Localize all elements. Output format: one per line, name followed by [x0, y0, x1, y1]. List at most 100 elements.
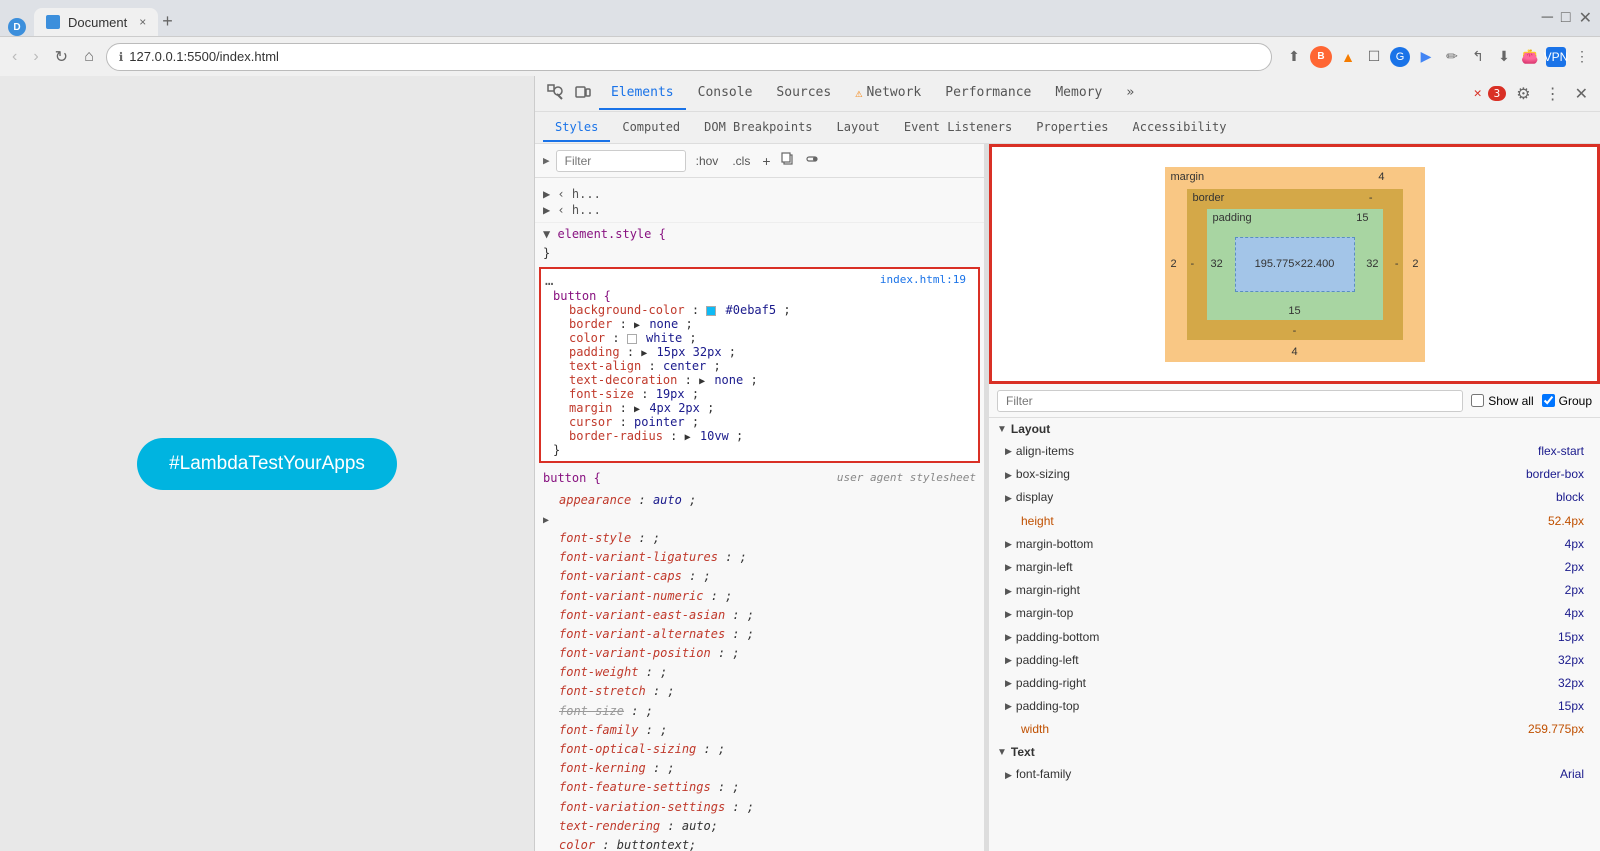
vpn-icon[interactable]: VPN — [1546, 47, 1566, 67]
group-checkbox[interactable]: Group — [1542, 394, 1592, 408]
forward-button[interactable]: › — [29, 44, 42, 70]
display-expand[interactable]: ▶ — [1005, 491, 1012, 505]
content-size: 195.775×22.400 — [1255, 258, 1335, 270]
pen-icon[interactable]: ✏ — [1442, 47, 1462, 67]
tab-close-btn[interactable]: × — [139, 15, 146, 29]
padding-bottom-expand[interactable]: ▶ — [1005, 630, 1012, 644]
dots-button[interactable]: … — [545, 273, 553, 289]
box-sizing-value: border-box — [1504, 465, 1584, 484]
margin-bottom-val: 4 — [1291, 346, 1297, 358]
group-checkbox-input[interactable] — [1542, 394, 1555, 407]
prop-cursor: cursor : pointer ; — [545, 415, 974, 429]
font-family-value: Arial — [1504, 765, 1584, 784]
padding-top-value: 15px — [1504, 697, 1584, 716]
subtab-styles[interactable]: Styles — [543, 114, 610, 142]
html-tree-item-1[interactable]: ▶ ‹ h... — [543, 186, 976, 202]
box-sizing-label: box-sizing — [1016, 465, 1070, 484]
color-swatch-bg[interactable] — [706, 306, 716, 316]
close-window-button[interactable]: ✕ — [1579, 8, 1592, 28]
brave-icon[interactable]: B — [1310, 46, 1332, 68]
margin-right-expand[interactable]: ▶ — [1005, 584, 1012, 598]
css-scroll[interactable]: ▶ ‹ h... ▶ ‹ h... ▼ element.style { — [535, 178, 984, 851]
minimize-button[interactable]: ─ — [1542, 9, 1553, 27]
devtools-settings-btn[interactable]: ⚙ — [1512, 80, 1534, 108]
active-tab[interactable]: Document × — [34, 8, 158, 36]
padding-arrow[interactable]: ▶ — [641, 348, 647, 359]
inspect-element-btn[interactable] — [543, 80, 567, 107]
show-all-checkbox-input[interactable] — [1471, 394, 1484, 407]
extensions-icon[interactable]: ⬆ — [1284, 47, 1304, 67]
layout-row-padding-left: ▶ padding-left 32px — [989, 649, 1600, 672]
prop-border: border : ▶ none ; — [545, 317, 974, 331]
tab-network[interactable]: ⚠ Network — [843, 77, 933, 110]
text-dec-arrow[interactable]: ▶ — [699, 376, 705, 387]
history-icon[interactable]: ↰ — [1468, 47, 1488, 67]
screenshot-icon[interactable]: ☐ — [1364, 47, 1384, 67]
brave-icon2[interactable]: ▶ — [1416, 47, 1436, 67]
back-button[interactable]: ‹ — [8, 44, 21, 70]
layout-section-header[interactable]: ▼ Layout — [989, 418, 1600, 440]
margin-bottom-expand[interactable]: ▶ — [1005, 537, 1012, 551]
layout-filter-input[interactable] — [997, 390, 1463, 412]
margin-top-expand[interactable]: ▶ — [1005, 607, 1012, 621]
wallet-icon[interactable]: 👛 — [1520, 47, 1540, 67]
devtools-close-btn[interactable]: ✕ — [1571, 80, 1592, 108]
subtab-accessibility[interactable]: Accessibility — [1121, 114, 1239, 142]
prop-padding: padding : ▶ 15px 32px ; — [545, 345, 974, 359]
font-family-expand[interactable]: ▶ — [1005, 768, 1012, 782]
subtab-properties[interactable]: Properties — [1024, 114, 1120, 142]
color-swatch-color[interactable] — [627, 334, 637, 344]
toggle-style-btn[interactable] — [803, 150, 821, 171]
align-items-expand[interactable]: ▶ — [1005, 444, 1012, 458]
padding-right-expand[interactable]: ▶ — [1005, 676, 1012, 690]
subtab-dom-breakpoints[interactable]: DOM Breakpoints — [692, 114, 824, 142]
element-style-selector[interactable]: ▼ element.style { — [535, 225, 984, 244]
box-sizing-expand[interactable]: ▶ — [1005, 468, 1012, 482]
subtab-computed[interactable]: Computed — [610, 114, 692, 142]
extensions-icon2[interactable]: G — [1390, 47, 1410, 67]
new-tab-button[interactable]: + — [158, 7, 177, 36]
layout-row-width: width 259.775px — [989, 718, 1600, 741]
ua-selector[interactable]: button { — [543, 469, 601, 488]
home-button[interactable]: ⌂ — [80, 44, 98, 70]
tab-console[interactable]: Console — [686, 77, 765, 110]
filter-input[interactable] — [556, 150, 686, 172]
download-icon[interactable]: ⬇ — [1494, 47, 1514, 67]
refresh-button[interactable]: ↻ — [51, 43, 72, 71]
source-link[interactable]: index.html:19 — [880, 273, 966, 286]
layout-row-display: ▶ display block — [989, 486, 1600, 509]
html-tree-item-2[interactable]: ▶ ‹ h... — [543, 202, 976, 218]
cls-button[interactable]: .cls — [728, 152, 754, 170]
text-section-header[interactable]: ▼ Text — [989, 741, 1600, 763]
tab-sources[interactable]: Sources — [764, 77, 843, 110]
padding-top-expand[interactable]: ▶ — [1005, 699, 1012, 713]
border-radius-arrow[interactable]: ▶ — [685, 432, 691, 443]
border-arrow[interactable]: ▶ — [634, 320, 640, 331]
ua-expand-arrow[interactable]: ▶ — [535, 510, 984, 529]
margin-arrow[interactable]: ▶ — [634, 404, 640, 415]
add-style-btn[interactable]: + — [760, 151, 772, 171]
layout-row-align-items: ▶ align-items flex-start — [989, 440, 1600, 463]
tab-more[interactable]: » — [1114, 77, 1146, 110]
maximize-button[interactable]: □ — [1561, 9, 1571, 27]
layout-row-margin-bottom: ▶ margin-bottom 4px — [989, 533, 1600, 556]
hov-button[interactable]: :hov — [692, 152, 723, 170]
tab-performance[interactable]: Performance — [933, 77, 1043, 110]
margin-left-expand[interactable]: ▶ — [1005, 560, 1012, 574]
copy-style-btn[interactable] — [779, 150, 797, 171]
demo-button[interactable]: #LambdaTestYourApps — [137, 438, 397, 490]
padding-left-val: 32 — [1211, 258, 1223, 270]
show-all-checkbox[interactable]: Show all — [1471, 394, 1533, 408]
tab-elements[interactable]: Elements — [599, 77, 686, 110]
tab-memory[interactable]: Memory — [1043, 77, 1114, 110]
more-icon[interactable]: ⋮ — [1572, 47, 1592, 67]
border-left-val: - — [1191, 258, 1195, 270]
padding-left-expand[interactable]: ▶ — [1005, 653, 1012, 667]
warning-icon[interactable]: ▲ — [1338, 47, 1358, 67]
devtools-more-btn[interactable]: ⋮ — [1541, 80, 1565, 108]
address-input-container[interactable]: ℹ 127.0.0.1:5500/index.html — [106, 43, 1272, 71]
subtab-layout[interactable]: Layout — [825, 114, 892, 142]
device-toolbar-btn[interactable] — [571, 80, 595, 107]
rule-selector[interactable]: button { — [545, 289, 974, 303]
subtab-event-listeners[interactable]: Event Listeners — [892, 114, 1024, 142]
